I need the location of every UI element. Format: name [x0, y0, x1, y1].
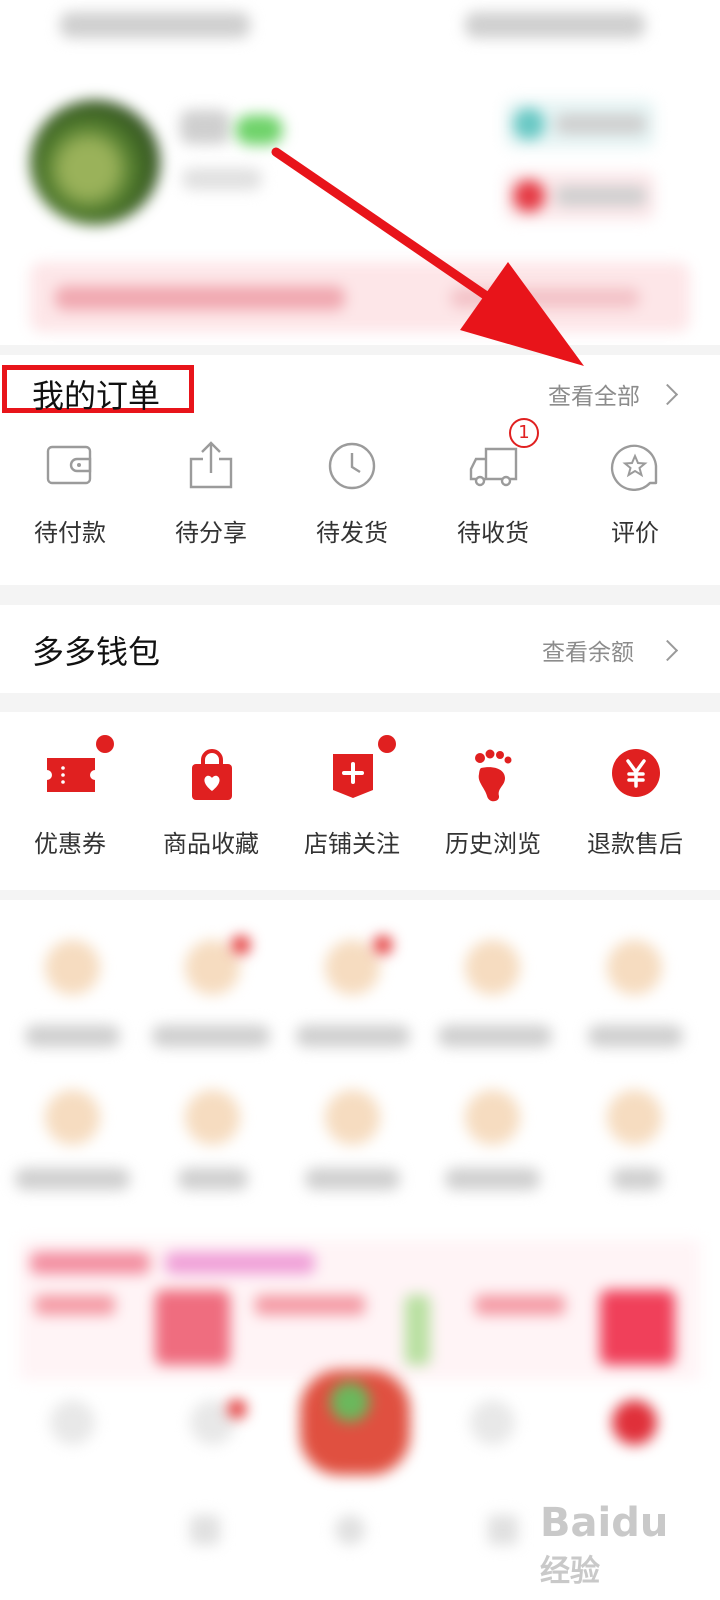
wallet-section[interactable]: 多多钱包 查看余额 — [0, 605, 720, 693]
status-bar-left — [60, 12, 250, 38]
clock-icon — [328, 442, 376, 490]
service-label — [305, 1168, 400, 1190]
service-icon[interactable] — [325, 940, 380, 995]
refund-yen-icon — [612, 749, 660, 797]
service-label — [25, 1025, 120, 1047]
shortcut-label: 历史浏览 — [445, 830, 541, 858]
notification-dot — [378, 735, 396, 753]
system-nav-button[interactable] — [190, 1515, 220, 1545]
nav-tab-icon[interactable] — [50, 1400, 95, 1445]
store-follow-icon — [333, 754, 373, 798]
share-icon — [189, 441, 233, 489]
truck-icon — [469, 447, 518, 487]
coupon-icon — [47, 758, 95, 792]
watermark-brand: Baidu — [540, 1500, 669, 1546]
system-nav-button[interactable] — [488, 1515, 518, 1545]
watermark: Baidu 经验 — [540, 1500, 720, 1590]
notification-dot — [374, 936, 392, 954]
service-label — [178, 1168, 248, 1190]
promo-banner[interactable] — [30, 262, 690, 332]
order-item-label: 评价 — [611, 519, 659, 547]
order-item-label: 待付款 — [34, 519, 106, 547]
view-balance-label: 查看余额 — [542, 640, 634, 666]
wallet-title: 多多钱包 — [32, 633, 161, 671]
service-icon[interactable] — [45, 1090, 100, 1145]
nav-tab-icon[interactable] — [612, 1400, 657, 1445]
notification-dot — [232, 936, 250, 954]
service-icon[interactable] — [45, 940, 100, 995]
review-icon — [610, 444, 658, 491]
shortcut-label: 退款售后 — [587, 830, 683, 858]
view-balance-link[interactable]: 查看余额 — [542, 631, 692, 667]
notification-dot — [228, 1400, 246, 1418]
service-icon[interactable] — [607, 940, 662, 995]
more-services-blurred — [0, 900, 720, 1600]
view-all-orders-link[interactable]: 查看全部 — [548, 375, 688, 411]
order-item-pending-shipment[interactable]: 待发货 — [282, 435, 422, 555]
view-all-label: 查看全部 — [548, 384, 640, 410]
chevron-right-icon — [656, 383, 679, 406]
order-item-pending-share[interactable]: 待分享 — [141, 435, 281, 555]
service-label — [588, 1025, 683, 1047]
orders-title: 我的订单 — [32, 377, 161, 415]
nav-tab-icon[interactable] — [470, 1400, 515, 1445]
service-label — [152, 1025, 270, 1047]
service-label — [445, 1168, 540, 1190]
service-icon[interactable] — [465, 1090, 520, 1145]
order-item-pending-receipt[interactable]: 1 待收货 — [423, 418, 563, 555]
watermark-text: 经验 — [540, 1554, 600, 1589]
service-label — [612, 1168, 662, 1190]
shortcut-history[interactable]: 历史浏览 — [423, 740, 563, 870]
order-item-review[interactable]: 评价 — [565, 435, 705, 555]
status-bar-right — [465, 12, 645, 38]
order-item-label: 待发货 — [316, 519, 388, 547]
shortcut-label: 优惠券 — [34, 830, 106, 858]
shortcut-label: 店铺关注 — [304, 830, 400, 858]
avatar[interactable] — [30, 100, 160, 225]
service-label — [296, 1025, 410, 1047]
footprint-icon — [475, 749, 512, 802]
shortcuts-section: 优惠券 商品收藏 店铺关注 历史浏览 退款售后 — [0, 712, 720, 890]
favorites-bag-icon — [192, 749, 232, 800]
shortcut-refund[interactable]: 退款售后 — [565, 740, 705, 870]
service-icon[interactable] — [465, 940, 520, 995]
system-nav-button[interactable] — [335, 1515, 365, 1545]
header-button-2[interactable] — [505, 172, 655, 220]
user-subtitle — [182, 168, 262, 190]
order-item-label: 待收货 — [457, 519, 529, 547]
service-label — [15, 1168, 130, 1190]
service-icon[interactable] — [325, 1090, 380, 1145]
username — [180, 110, 230, 144]
center-promo-button[interactable] — [300, 1370, 410, 1475]
shortcut-favorites[interactable]: 商品收藏 — [141, 740, 281, 870]
order-item-label: 待分享 — [175, 519, 247, 547]
wallet-icon — [46, 445, 92, 485]
header-button-1[interactable] — [505, 100, 655, 148]
pending-receipt-badge: 1 — [509, 418, 539, 448]
service-icon[interactable] — [185, 1090, 240, 1145]
profile-header — [0, 0, 720, 345]
order-item-pending-payment[interactable]: 待付款 — [0, 435, 140, 555]
shortcut-coupons[interactable]: 优惠券 — [0, 735, 140, 870]
shortcut-label: 商品收藏 — [163, 830, 259, 858]
promo-strip[interactable] — [20, 1240, 700, 1380]
notification-dot — [96, 735, 114, 753]
shortcut-store-follow[interactable]: 店铺关注 — [282, 735, 422, 870]
vip-badge — [235, 115, 283, 145]
service-icon[interactable] — [607, 1090, 662, 1145]
orders-section: 我的订单 查看全部 待付款 待分享 待发货 1 待收货 评价 — [0, 355, 720, 585]
service-label — [438, 1025, 552, 1047]
chevron-right-icon — [656, 639, 679, 662]
